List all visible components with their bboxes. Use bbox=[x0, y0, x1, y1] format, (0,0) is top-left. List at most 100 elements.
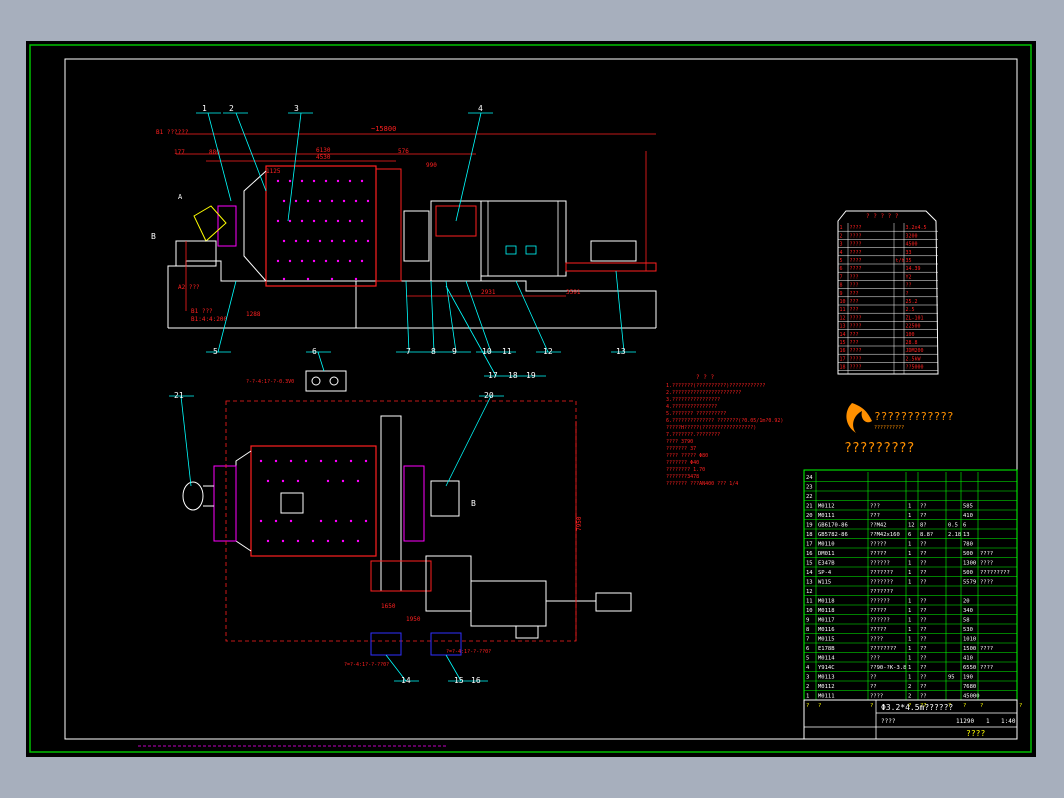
bom-cell: M0118 bbox=[818, 608, 835, 614]
bom-cell: ??? bbox=[870, 513, 880, 519]
bom-cell: ???? bbox=[980, 551, 993, 557]
param-cell: ???? bbox=[850, 315, 862, 321]
bom-cell: ???? bbox=[980, 646, 993, 652]
bom-cell: ??M42x160 bbox=[870, 532, 900, 538]
param-cell: 16 bbox=[840, 348, 846, 354]
param-cell: ???? bbox=[850, 225, 862, 231]
bom-cell: ?? bbox=[920, 675, 927, 681]
tech-line-10: ??????? 37 bbox=[666, 446, 696, 452]
param-cell: 100 bbox=[906, 332, 915, 338]
bom-cell: 1 bbox=[908, 504, 911, 510]
param-table: ? ? ? ? ? 1???? 3.2x4.5 2???? 3200 3???? 4500… bbox=[837, 210, 939, 375]
param-row: 6???? 14.39 bbox=[840, 266, 921, 272]
tech-line-2: 2.??????????????????????? bbox=[666, 390, 741, 396]
bom-cell: ????? bbox=[870, 627, 887, 633]
bom-cell: 1 bbox=[806, 694, 809, 700]
tech-requirements: ? ? ? 1.???????(??????????)???????????? … bbox=[666, 374, 783, 487]
note-pump-1: ?=?-4:1?-?-??0? bbox=[344, 662, 389, 668]
plan-aux-drive bbox=[595, 592, 632, 612]
tech-line-1: 1.???????(??????????)???????????? bbox=[666, 383, 765, 389]
param-row: 14??? 100 bbox=[840, 332, 915, 338]
bom-cell: ?? bbox=[920, 551, 927, 557]
bom-cell: M0118 bbox=[818, 599, 835, 605]
bom-cell: ??? bbox=[870, 656, 880, 662]
bom-cell: M0113 bbox=[818, 675, 835, 681]
bom-cell: DM011 bbox=[818, 551, 835, 557]
view-label-b: B bbox=[151, 232, 156, 241]
balloon-6: 6 bbox=[312, 347, 317, 356]
bom-cell: ???????? bbox=[870, 646, 897, 652]
bom-cell: 95 bbox=[948, 675, 955, 681]
bom-cell: ?? bbox=[920, 637, 927, 643]
dim-2: 4530 bbox=[316, 154, 331, 161]
bom-cell: 0.5 bbox=[948, 523, 958, 529]
tech-line-4: 4.??????????????? bbox=[666, 404, 717, 410]
bom-cell: 22 bbox=[806, 494, 813, 500]
param-cell: 14 bbox=[840, 332, 846, 338]
param-cell: ? bbox=[906, 291, 909, 297]
param-row: 16???? JDM200 bbox=[840, 348, 924, 354]
tech-line-9: ???? 3790 bbox=[666, 439, 693, 445]
bom-cell: ?? bbox=[920, 570, 927, 576]
oil-pump-1 bbox=[370, 632, 402, 656]
bom-row: 4 Y914C ??90-?K-3.8 1?? 6550???? bbox=[806, 665, 993, 671]
balloon-16: 16 bbox=[471, 676, 481, 685]
param-cell: 7 bbox=[840, 274, 843, 280]
bom-cell: 6 bbox=[806, 646, 809, 652]
param-cell: 3 bbox=[840, 242, 843, 248]
balloon-1: 1 bbox=[202, 104, 207, 113]
balloon-9: 9 bbox=[452, 347, 457, 356]
bom-cell: 6550 bbox=[963, 665, 976, 671]
bom-cell: 585 bbox=[963, 504, 973, 510]
feed-bearing bbox=[217, 205, 237, 247]
param-cell: 4500 bbox=[906, 242, 918, 248]
title-scale: 1:40 bbox=[1001, 718, 1016, 725]
param-cell: t/h bbox=[896, 258, 905, 264]
param-cell: 15 bbox=[840, 340, 846, 346]
bom-row: 19 GB6170-86 ??M42 12 8? 0.5 6 bbox=[806, 523, 966, 529]
param-cell: ??? bbox=[850, 340, 859, 346]
param-cell: 28.8 bbox=[906, 340, 918, 346]
bom-cell: 23 bbox=[806, 485, 813, 491]
bom-cell: 1 bbox=[908, 608, 911, 614]
balloon-20: 20 bbox=[484, 391, 494, 400]
bom-cell: 4 bbox=[806, 665, 810, 671]
bom-cell: 8.8? bbox=[920, 532, 933, 538]
company-sub: ????????? bbox=[844, 441, 914, 456]
param-row: 15??? 28.8 bbox=[840, 340, 918, 346]
bom-cell: 13 bbox=[806, 580, 813, 586]
dim-7: 3591 bbox=[566, 289, 581, 296]
balloon-19: 19 bbox=[526, 371, 536, 380]
bom-cell: 19 bbox=[806, 523, 813, 529]
bom-cell: 2.18 bbox=[948, 532, 961, 538]
dim-4: 576 bbox=[398, 148, 409, 155]
balloon-15: 15 bbox=[454, 676, 464, 685]
param-cell: 6 bbox=[840, 266, 843, 272]
balloon-2: 2 bbox=[229, 104, 234, 113]
bom-cell: 12 bbox=[806, 589, 813, 595]
dim-overall-text: ~15800 bbox=[371, 125, 396, 133]
bom-cell: Y914C bbox=[818, 665, 835, 671]
bom-cell: 1 bbox=[908, 627, 911, 633]
param-cell: 14.39 bbox=[906, 266, 921, 272]
bom-row: 12??????? bbox=[806, 589, 893, 595]
discharge-bearing bbox=[403, 210, 430, 262]
param-row: 2???? 3200 bbox=[840, 233, 918, 239]
balloon-3: 3 bbox=[294, 104, 299, 113]
bom-cell: 10 bbox=[806, 608, 813, 614]
balloon-8: 8 bbox=[431, 347, 436, 356]
tech-line-7: ?????H?????(?????????????????) bbox=[666, 425, 756, 431]
bom-cell: 20 bbox=[963, 599, 970, 605]
bom-cell: 1 bbox=[908, 618, 911, 624]
param-cell: ???? bbox=[850, 348, 862, 354]
bom-row: 5 M0114??? 1?? 410 bbox=[806, 656, 973, 662]
feed-inlet bbox=[182, 481, 204, 511]
dim-3: 1125 bbox=[266, 168, 281, 175]
bom-cell: 3 bbox=[806, 675, 809, 681]
note-part6: ?-?-4:1?-?-0.3V0 bbox=[246, 379, 294, 385]
bom-cell: 2 bbox=[806, 684, 809, 690]
discharge-trommel bbox=[380, 415, 402, 592]
tech-line-15: ??????? ???AN400 ??? 1/4 bbox=[666, 481, 738, 487]
param-cell: 17 bbox=[840, 356, 846, 362]
bom-cell: M0116 bbox=[818, 627, 835, 633]
